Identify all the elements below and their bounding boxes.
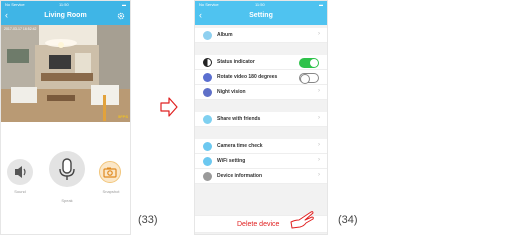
battery-icon: ▬: [319, 2, 323, 7]
delete-device-button[interactable]: Delete device: [195, 211, 327, 233]
gear-icon[interactable]: [117, 12, 125, 20]
settings-item-label: Share with friends: [217, 116, 261, 122]
snapshot-button[interactable]: [99, 161, 121, 183]
microphone-icon: [59, 158, 75, 180]
header-bar: No Service 11:50 ▬ ‹ Living Room: [1, 1, 130, 25]
arrow-right-icon: [160, 97, 178, 117]
status-bar: No Service 11:50 ▬: [1, 1, 130, 8]
settings-item-label: Status indicator: [217, 59, 255, 65]
carrier-text: No Service: [5, 2, 25, 7]
nav-bar: ‹ Setting: [195, 8, 327, 25]
settings-item-label: Camera time check: [217, 143, 263, 149]
speak-button[interactable]: [49, 151, 85, 187]
phone-screen-live-view: No Service 11:50 ▬ ‹ Living Room 2017-03…: [0, 0, 131, 235]
chevron-right-icon: ›: [318, 31, 320, 37]
settings-item-status-indicator: Status indicator: [195, 55, 327, 70]
moon-icon: [203, 88, 212, 97]
settings-item-wifi[interactable]: WiFi setting ›: [195, 154, 327, 169]
clock-icon: [203, 142, 212, 151]
status-indicator-toggle[interactable]: [299, 58, 319, 68]
rotate-icon: [203, 73, 212, 82]
settings-item-label: Night vision: [217, 89, 246, 95]
video-timestamp: 2017-03-17 16:52:42: [4, 27, 37, 31]
wifi-icon: [203, 157, 212, 166]
chevron-right-icon: ›: [318, 157, 320, 163]
settings-item-device-info[interactable]: Device information ›: [195, 169, 327, 184]
camera-icon: [103, 167, 117, 178]
chevron-right-icon: ›: [318, 115, 320, 121]
delete-device-label: Delete device: [237, 221, 280, 228]
album-icon: [203, 31, 212, 40]
settings-item-share[interactable]: Share with friends ›: [195, 112, 327, 127]
hand-pointer-icon: [290, 211, 314, 229]
settings-item-label: Device information: [217, 173, 263, 179]
header-bar: No Service 11:50 ▬ ‹ Setting: [195, 1, 327, 25]
contrast-icon: [203, 58, 212, 67]
settings-item-label: Album: [217, 32, 233, 38]
status-bar: No Service 11:50 ▬: [195, 1, 327, 8]
sound-label: Sound: [14, 189, 26, 194]
camera-icon: [203, 172, 212, 181]
sound-button[interactable]: [7, 159, 33, 185]
carrier-text: No Service: [199, 2, 219, 7]
time-text: 11:50: [59, 2, 69, 7]
figure-label-33: (33): [138, 214, 158, 226]
chevron-right-icon: ›: [318, 172, 320, 178]
living-room-image: [1, 25, 130, 122]
time-text: 11:50: [255, 2, 265, 7]
settings-item-night-vision[interactable]: Night vision ›: [195, 85, 327, 100]
settings-item-label: WiFi setting: [217, 158, 246, 164]
settings-item-rotate: Rotate video 180 degrees: [195, 70, 327, 85]
rotate-toggle[interactable]: [299, 73, 319, 84]
page-title: Living Room: [44, 12, 87, 19]
nav-bar: ‹ Living Room: [1, 8, 130, 25]
speak-label: Speak: [61, 198, 73, 203]
fps-indicator: 5FPS: [117, 114, 128, 119]
speaker-icon: [15, 166, 26, 178]
phone-screen-settings: No Service 11:50 ▬ ‹ Setting Album › Sta…: [194, 0, 328, 235]
settings-item-label: Rotate video 180 degrees: [217, 74, 278, 80]
page-title: Setting: [249, 12, 273, 19]
share-icon: [203, 115, 212, 124]
settings-item-camera-time[interactable]: Camera time check ›: [195, 139, 327, 154]
snapshot-label: Snapshot: [102, 189, 120, 194]
figure-label-34: (34): [338, 214, 358, 226]
settings-item-album[interactable]: Album ›: [195, 28, 327, 43]
chevron-right-icon: ›: [318, 88, 320, 94]
camera-video-feed[interactable]: 2017-03-17 16:52:42 5FPS: [1, 25, 130, 122]
battery-icon: ▬: [122, 2, 126, 7]
chevron-right-icon: ›: [318, 142, 320, 148]
